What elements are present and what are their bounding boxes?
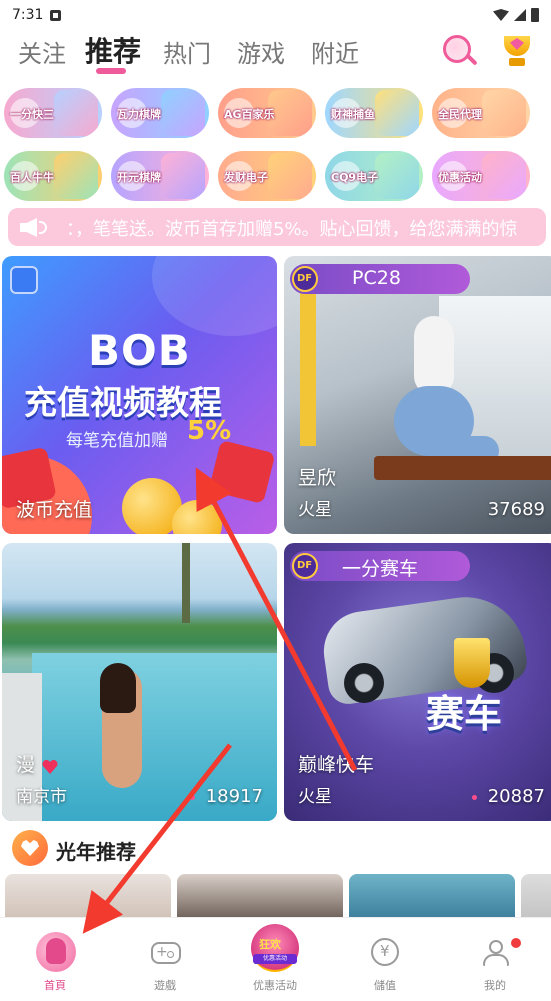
bottom-nav-wallet[interactable]: 儲值 [330,918,440,1001]
game-chip-agent[interactable]: 全民代理 [432,88,530,138]
game-chip-walli[interactable]: 瓦力棋牌 [111,88,209,138]
home-icon [36,932,76,972]
game-chip-niuniu[interactable]: 百人牛牛 [4,151,102,201]
race-overlay-text: 赛车 [426,692,503,736]
bottom-nav-label: 我的 [484,979,506,992]
bottom-nav-promotions[interactable]: 狂欢 优惠活动 优惠活动 [220,918,330,1001]
bottom-nav-label: 首頁 [44,979,66,992]
streamer-location: 火星 [298,787,332,807]
user-icon [481,938,509,966]
game-badge: 一分赛车 [290,551,470,581]
wallet-icon [371,938,399,966]
df-logo-icon [292,553,318,579]
card-race[interactable]: 赛车 一分赛车 巅峰快车 火星 20887 [284,543,551,821]
game-art-icon [54,90,98,136]
status-icons [493,8,539,22]
streamer-location: 火星 [298,500,332,520]
gamepad-icon [151,942,181,964]
game-art-icon [375,90,419,136]
game-chip-kaiyuan[interactable]: 开元棋牌 [111,151,209,201]
game-chip-yifenkuaisan[interactable]: 一分快三 [4,88,102,138]
card-title-big: BOB [88,326,191,375]
bottom-nav-games[interactable]: 遊戲 [110,918,220,1001]
promo-icon: 狂欢 优惠活动 [251,924,299,972]
streamer-name: 漫 [16,754,36,776]
bottom-nav-label: 儲值 [374,979,396,992]
top-nav: 关注 推荐 热门 游戏 附近 [0,30,551,80]
game-art-icon [161,90,205,136]
promo-icon-text: 狂欢 [259,938,281,951]
battery-icon [531,8,539,22]
streamer-figure [379,316,499,516]
viewer-count: 18917 [205,786,263,807]
game-chip-label: CQ9电子 [331,171,379,184]
game-art-icon [54,153,98,199]
card-bob-recharge[interactable]: BOB 充值视频教程 每笔充值加赠 5% 波币充值 [2,256,277,534]
game-chip-ag-baccarat[interactable]: AG百家乐 [218,88,316,138]
live-dot [190,795,195,800]
streamer-name: 昱欣 [298,467,337,489]
game-art-icon [482,153,526,199]
game-chip-label: AG百家乐 [224,108,275,121]
bottom-nav-home[interactable]: 首頁 [0,918,110,1001]
game-chip-label: 发财电子 [224,171,268,184]
card-beach[interactable]: 漫 南京市 18917 [2,543,277,821]
app-logo-icon [10,266,38,294]
game-chip-label: 瓦力棋牌 [117,108,161,121]
game-chip-label: 开元棋牌 [117,171,161,184]
badge-label: PC28 [352,267,401,289]
trophy-image [454,638,490,688]
game-badge: PC28 [290,264,470,294]
notification-dot [509,936,523,950]
bottom-nav: 首頁 遊戲 狂欢 优惠活动 优惠活动 儲值 我的 [0,917,551,1001]
game-chip-facai[interactable]: 发财电子 [218,151,316,201]
badge-label: 一分赛车 [342,558,419,580]
game-art-icon [161,153,205,199]
speaker-icon [20,218,48,237]
trophy-icon[interactable] [498,32,536,70]
red-envelope-icon [208,439,276,505]
game-chip-fishing[interactable]: 财神捕鱼 [325,88,423,138]
streamer-location: 南京市 [16,787,67,807]
game-chip-label: 全民代理 [438,108,482,121]
viewer-count: 37689 [487,499,545,520]
game-chip-label: 财神捕鱼 [331,108,375,121]
bottom-nav-label: 遊戲 [154,979,176,992]
viewer-count: 20887 [487,786,545,807]
heart-badge-icon [12,830,48,866]
wifi-icon [493,9,509,21]
announcement-marquee[interactable]: ：，笔笔送。波币首存加赠5%。贴心回馈，给您满满的惊 [8,208,546,246]
tab-recommend[interactable]: 推荐 [85,30,141,70]
bottom-nav-label: 优惠活动 [253,979,297,992]
tab-hot[interactable]: 热门 [163,34,211,69]
game-chip-label: 百人牛牛 [10,171,54,184]
tab-follow[interactable]: 关注 [18,34,66,69]
active-tab-indicator [96,68,126,74]
section-title: 光年推荐 [56,840,136,864]
tab-games[interactable]: 游戏 [237,34,285,69]
game-art-icon [482,90,526,136]
game-chip-cq9[interactable]: CQ9电子 [325,151,423,201]
card-name: 波币充值 [16,499,93,521]
bottom-nav-profile[interactable]: 我的 [440,918,550,1001]
df-logo-icon [292,266,318,292]
signal-icon [514,9,526,21]
game-chip-label: 一分快三 [10,108,54,121]
game-chip-promotions[interactable]: 优惠活动 [432,151,530,201]
streamer-name: 巅峰快车 [298,754,375,776]
heart-icon [42,760,58,774]
announcement-text: ：，笔笔送。波币首存加赠5%。贴心回馈，给您满满的惊 [66,219,518,240]
status-time: 7:31 [12,7,44,23]
game-art-icon [268,153,312,199]
tab-nearby[interactable]: 附近 [311,34,359,69]
notification-icon [50,10,61,21]
game-art-icon [375,153,419,199]
live-dot [472,795,477,800]
card-pc28[interactable]: PC28 昱欣 火星 37689 [284,256,551,534]
search-icon[interactable] [440,32,478,68]
promo-text: 每笔充值加赠 [66,431,168,451]
status-bar: 7:31 [0,0,551,30]
game-chip-label: 优惠活动 [438,171,482,184]
promo-icon-band: 优惠活动 [253,954,297,964]
